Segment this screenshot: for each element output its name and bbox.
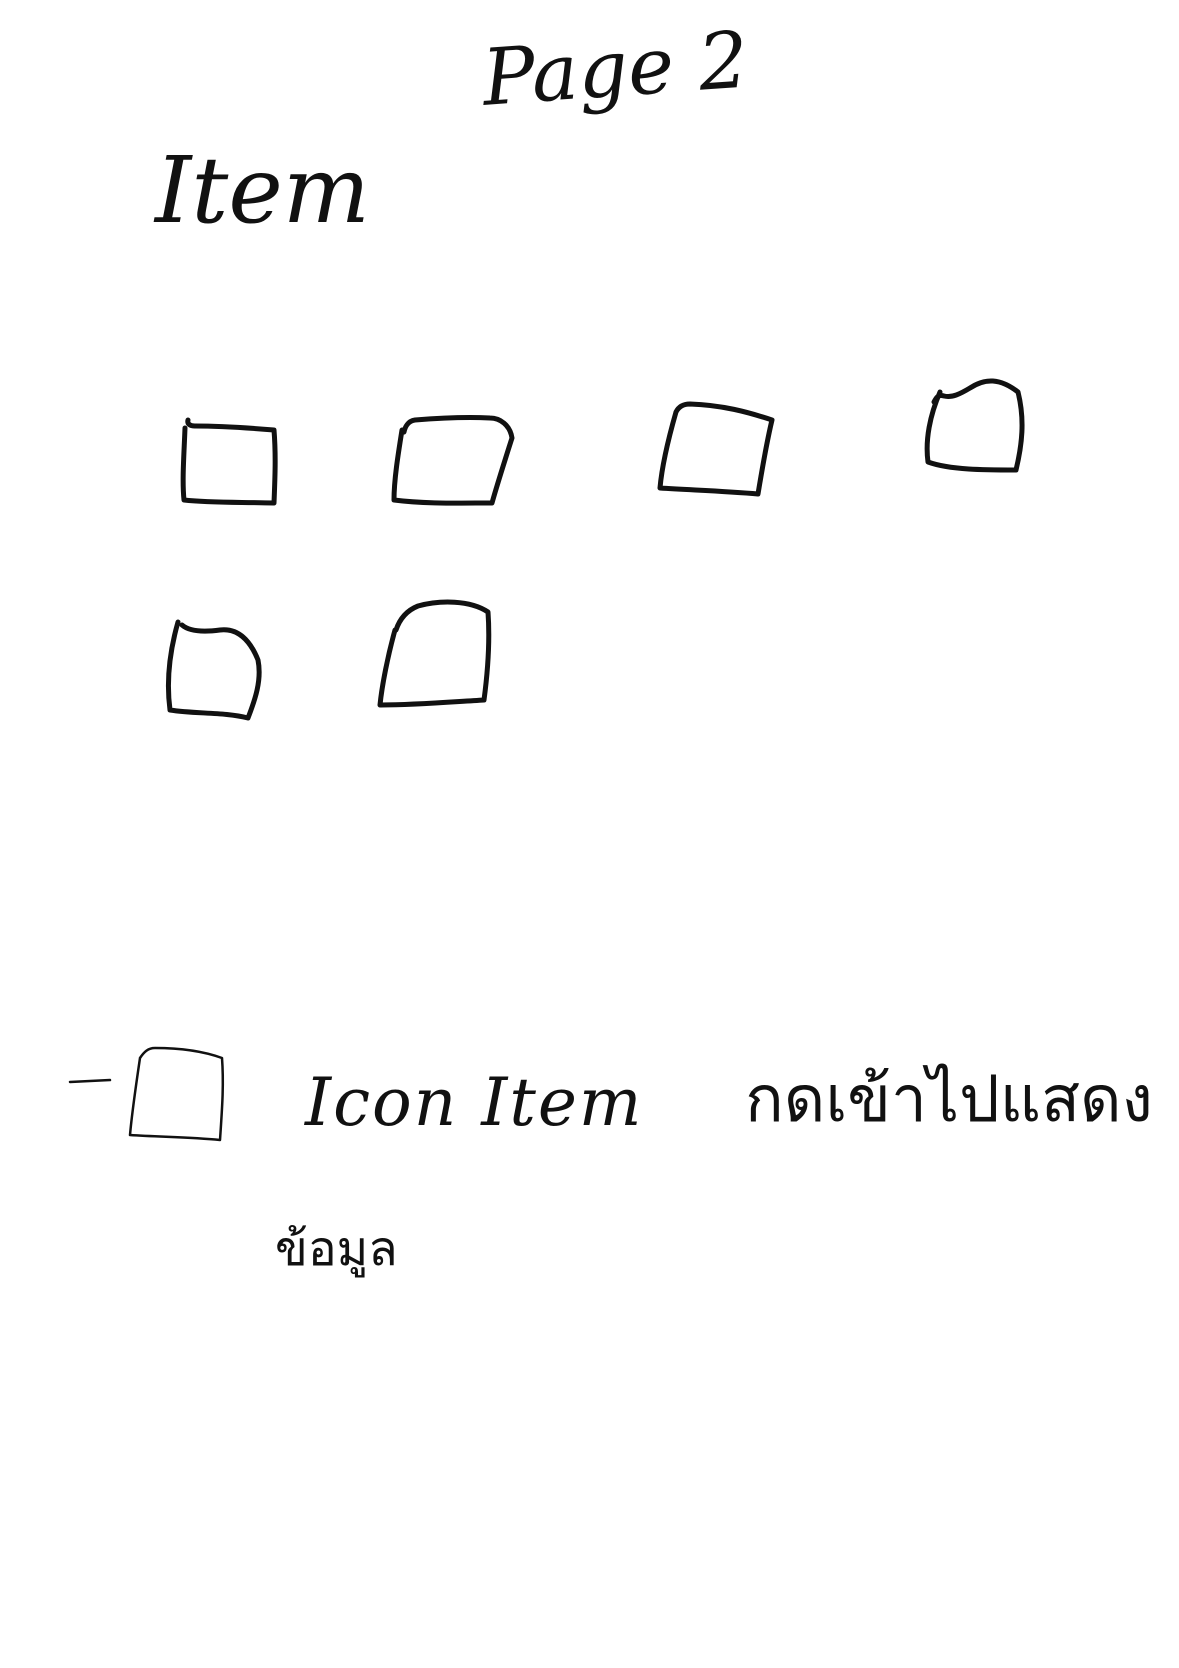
note-text-en: Icon Item bbox=[305, 1064, 644, 1141]
note-dash bbox=[68, 1078, 112, 1084]
item-tile-5[interactable] bbox=[166, 622, 276, 718]
item-tile-3[interactable] bbox=[660, 402, 770, 498]
note-icon-outline bbox=[128, 1046, 225, 1142]
sketch-canvas bbox=[68, 378, 1025, 1142]
item-tile-2[interactable] bbox=[396, 414, 506, 510]
item-tile-1[interactable] bbox=[178, 418, 288, 514]
page-title: Page 2 bbox=[479, 15, 752, 124]
note-text-th-line2: ข้อมูล bbox=[275, 1221, 398, 1277]
item-tile-4[interactable] bbox=[926, 378, 1036, 474]
item-tile-6[interactable] bbox=[380, 604, 490, 700]
note-text-th-line1: กดเข้าไปแสดง bbox=[745, 1063, 1153, 1137]
items-section-title: Item bbox=[155, 137, 370, 244]
